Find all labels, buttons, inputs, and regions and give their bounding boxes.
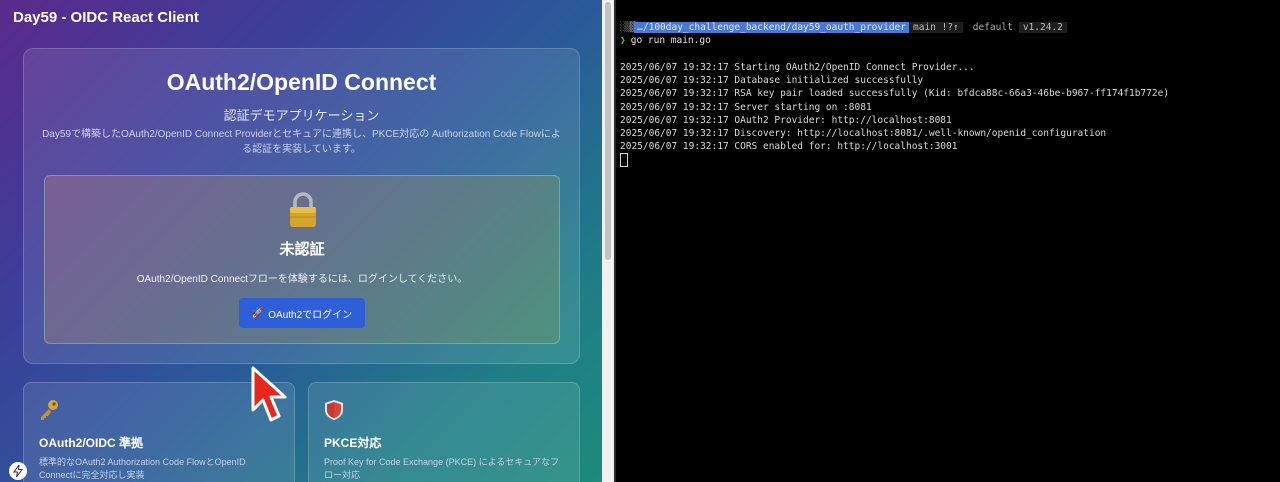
feature-description: Proof Key for Code Exchange (PKCE) によるセキ…: [324, 457, 560, 480]
feature-title: OAuth2/OIDC 準拠: [39, 436, 143, 450]
key-icon: [41, 400, 58, 420]
log-line: 2025/06/07 19:32:17 CORS enabled for: ht…: [620, 141, 958, 153]
prompt-path: …/100day_challenge_backend/day59_oauth_p…: [634, 22, 909, 33]
scrollbar-thumb[interactable]: [605, 2, 611, 260]
prompt-git-status: main !?↑: [909, 22, 963, 33]
command-line: ❯ go run main.go: [620, 35, 711, 46]
terminal-cursor: [620, 153, 628, 167]
shield-icon: [325, 400, 343, 420]
react-client-window: Day59 - OIDC React Client OAuth2/OpenID …: [0, 0, 602, 482]
log-line: 2025/06/07 19:32:17 Server starting on :…: [620, 101, 872, 113]
log-line: 2025/06/07 19:32:17 Starting OAuth2/Open…: [620, 62, 975, 73]
oauth2-login-button[interactable]: 🚀 OAuth2でログイン: [239, 298, 365, 328]
feature-card-pkce: PKCE対応 Proof Key for Code Exchange (PKCE…: [308, 382, 580, 482]
shell-prompt: ░▒▓ …/100day_challenge_backend/day59_oau…: [620, 21, 1067, 34]
mouse-cursor-icon: [251, 366, 287, 422]
lightning-icon: [13, 465, 23, 477]
feature-title: PKCE対応: [324, 436, 382, 450]
hero-description: Day59で構築したOAuth2/OpenID Connect Provider…: [42, 129, 561, 155]
lock-icon: [290, 192, 316, 227]
log-line: 2025/06/07 19:32:17 RSA key pair loaded …: [620, 88, 1170, 100]
auth-description: OAuth2/OpenID Connectフローを体験するには、ログインしてくだ…: [136, 274, 468, 285]
login-button-label: OAuth2でログイン: [268, 309, 353, 321]
log-line: 2025/06/07 19:32:17 Database initialized…: [620, 75, 924, 87]
prompt-go-version: v1.24.2: [1018, 22, 1067, 33]
hero-subtitle: 認証デモアプリケーション: [223, 108, 380, 123]
auth-status-label: 未認証: [279, 241, 325, 258]
hero-title: OAuth2/OpenID Connect: [166, 69, 437, 95]
feature-description: 標準的なOAuth2 Authorization Code FlowとOpenI…: [39, 457, 246, 480]
prompt-dots: ░▒▓: [620, 22, 635, 33]
auth-status-box: 未認証 OAuth2/OpenID Connectフローを体験するには、ログイン…: [44, 175, 560, 344]
rocket-icon: 🚀: [251, 307, 265, 319]
app-title: Day59 - OIDC React Client: [13, 9, 199, 26]
command-text: go run main.go: [630, 35, 711, 46]
prompt-context: default: [972, 22, 1013, 33]
hero-card: OAuth2/OpenID Connect 認証デモアプリケーション Day59…: [23, 48, 580, 364]
prompt-arrow-icon: ❯: [620, 35, 626, 46]
vertical-scrollbar[interactable]: [602, 0, 614, 482]
log-line: 2025/06/07 19:32:17 Discovery: http://lo…: [620, 127, 1107, 139]
log-line: 2025/06/07 19:32:17 OAuth2 Provider: htt…: [620, 114, 952, 126]
dev-tools-button[interactable]: [9, 462, 27, 480]
terminal-pane[interactable]: ░▒▓ …/100day_challenge_backend/day59_oau…: [616, 0, 1280, 482]
server-log: 2025/06/07 19:32:17 Starting OAuth2/Open…: [620, 61, 1169, 153]
